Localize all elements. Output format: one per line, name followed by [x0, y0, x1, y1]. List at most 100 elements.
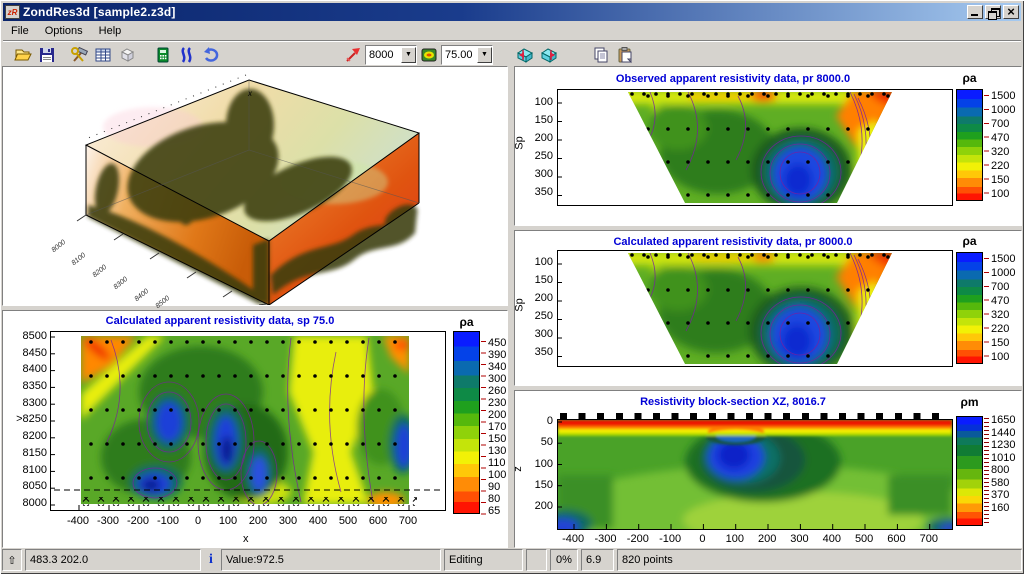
cube-arrow-left-icon	[517, 47, 533, 63]
x-axis-label: x	[243, 533, 249, 545]
menu-file[interactable]: File	[3, 23, 37, 39]
tick-label: 8150	[22, 446, 47, 459]
tick-label: 600	[368, 515, 388, 527]
menu-help[interactable]: Help	[91, 23, 130, 39]
tick-label: -400	[66, 515, 90, 527]
panel-observed[interactable]: Observed apparent resistivity data, pr 8…	[514, 66, 1022, 226]
y-axis-label: z	[511, 466, 524, 472]
tick-label: 100	[534, 96, 553, 108]
colorbar-title: ρm	[960, 395, 979, 409]
panel-3d-view[interactable]: 8000 8100 8200 8300 8400 8500 x	[2, 66, 508, 310]
colorbar-labels: 1500 1000 700 470 320 220 150 100	[991, 253, 1015, 363]
sp-section-plot[interactable]	[50, 331, 446, 511]
tick-label: 400	[308, 515, 328, 527]
panel-block-section[interactable]: Resistivity block-section XZ, 8016.7 z 0…	[511, 390, 1022, 548]
tick-label: 250	[534, 310, 553, 322]
mesh-button[interactable]	[175, 44, 199, 66]
profile-select-button[interactable]	[341, 44, 365, 66]
colorbar-label: 1230	[991, 439, 1016, 452]
colorbar-label: 470	[991, 295, 1010, 307]
tick-label: 8400	[22, 363, 47, 376]
colorbar-label: 160	[991, 501, 1010, 514]
tick-label: 200	[757, 533, 777, 545]
tick-label: 8500	[22, 330, 47, 342]
calculated-plot[interactable]	[557, 250, 953, 367]
tick-label: -400	[562, 533, 585, 545]
status-value: Value:972.5	[221, 549, 441, 571]
colorbar-labels: 1500 1000 700 470 320 220 150 100	[991, 90, 1015, 200]
status-blank	[526, 549, 547, 571]
colorbar-ticks	[481, 341, 486, 515]
info-icon: i	[204, 549, 218, 571]
undo-button[interactable]	[199, 44, 223, 66]
restore-button[interactable]	[985, 5, 1001, 20]
chevron-down-icon[interactable]: ▼	[477, 46, 492, 63]
colorbar-label: 110	[488, 457, 506, 469]
panel-sp-section[interactable]: Calculated apparent resistivity data, sp…	[2, 310, 508, 548]
prev-section-button[interactable]	[513, 44, 537, 66]
colorbar-label: 370	[991, 489, 1010, 502]
colorbar-label: 200	[488, 409, 507, 421]
save-button[interactable]	[35, 44, 59, 66]
colorbar-label: 580	[991, 476, 1010, 489]
minimize-button[interactable]	[967, 5, 983, 19]
copy-button[interactable]	[589, 44, 613, 66]
colorbar-label: 340	[488, 361, 507, 373]
dart-icon	[346, 47, 360, 62]
tick-label: 150	[534, 274, 553, 286]
model-3d-plot[interactable]	[3, 67, 507, 306]
tick-label: 8200	[22, 430, 47, 443]
colorbar-label: 80	[488, 493, 501, 505]
y-axis-label: Sp	[513, 136, 526, 150]
colorbar-label: 1000	[991, 104, 1016, 116]
tick-label: -200	[126, 515, 150, 527]
observed-plot[interactable]	[557, 89, 953, 206]
axis-3d-x-label: x	[248, 89, 252, 98]
colorbar	[453, 331, 480, 514]
cube-icon	[120, 47, 135, 62]
status-mode: Editing	[444, 549, 523, 571]
calculator-icon	[157, 47, 169, 62]
tick-label: 0	[546, 415, 553, 427]
tick-label: 100	[534, 256, 553, 268]
open-file-button[interactable]	[11, 44, 35, 66]
tick-label: 700	[919, 533, 938, 545]
y-axis-label: Sp	[513, 298, 526, 312]
tick-label: 150	[534, 478, 553, 491]
tick-label: 8300	[22, 396, 47, 409]
chevron-down-icon[interactable]: ▼	[401, 46, 416, 63]
colorbar-label: 1650	[991, 414, 1016, 426]
tick-label: 400	[822, 533, 841, 545]
colorbar-label: 1440	[991, 426, 1016, 439]
pr-select[interactable]: 8000 ▼	[365, 44, 417, 65]
app-icon[interactable]: zR	[5, 5, 20, 19]
colorbar-label: 230	[488, 397, 507, 409]
model-cube-button[interactable]	[115, 44, 139, 66]
tick-label: 8350	[22, 380, 47, 393]
colorbar-label: 150	[991, 174, 1010, 186]
colorbar-label: 450	[488, 337, 507, 349]
tick-label: 150	[534, 114, 553, 126]
colorbar-label: 100	[991, 351, 1010, 363]
colorbar-label: 170	[488, 421, 507, 433]
paste-button[interactable]	[613, 44, 637, 66]
colorbar-ticks	[984, 418, 989, 524]
colorbar-title: ρa	[962, 71, 977, 85]
status-points: 820 points	[617, 549, 1022, 571]
tick-label: 200	[534, 132, 553, 144]
block-section-plot[interactable]	[557, 419, 953, 530]
data-table-button[interactable]	[91, 44, 115, 66]
tick-label: 0	[194, 515, 202, 527]
section-map-button[interactable]	[417, 44, 441, 66]
waves-icon	[181, 46, 192, 63]
next-section-button[interactable]	[537, 44, 561, 66]
colorbar-label: 130	[488, 445, 507, 457]
calculator-button[interactable]	[151, 44, 175, 66]
tick-label: 300	[278, 515, 298, 527]
menu-options[interactable]: Options	[37, 23, 91, 39]
settings-tools-button[interactable]	[67, 44, 91, 66]
colorbar-label: 800	[991, 464, 1010, 477]
panel-calculated[interactable]: Calculated apparent resistivity data, pr…	[514, 230, 1022, 386]
sp-select[interactable]: 75.00 ▼	[441, 44, 493, 65]
close-button[interactable]	[1003, 4, 1019, 19]
